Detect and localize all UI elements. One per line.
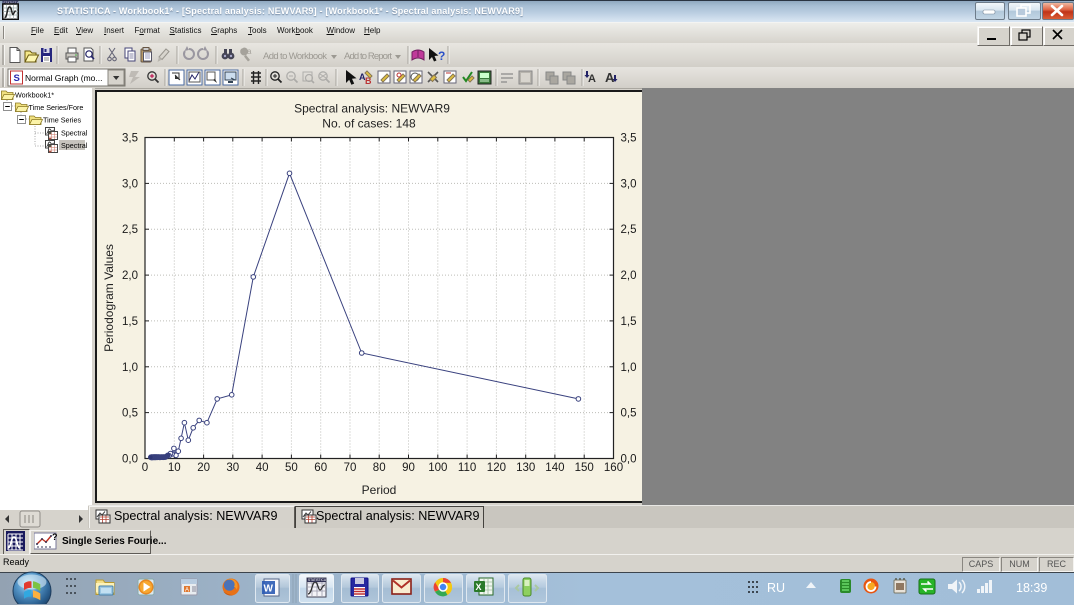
svg-text:A: A bbox=[185, 588, 189, 594]
svg-text:Normal Graph (mo...: Normal Graph (mo... bbox=[25, 73, 102, 83]
svg-text:130: 130 bbox=[516, 462, 535, 474]
svg-text:S: S bbox=[14, 73, 20, 84]
svg-text:1,0: 1,0 bbox=[122, 362, 138, 374]
svg-text:30: 30 bbox=[226, 462, 239, 474]
svg-text:Workbook1*: Workbook1* bbox=[15, 91, 54, 100]
svg-text:2,0: 2,0 bbox=[621, 270, 637, 282]
svg-text:Period: Period bbox=[362, 483, 397, 497]
svg-text:W: W bbox=[264, 584, 274, 595]
svg-text:?: ? bbox=[438, 49, 445, 63]
svg-text:1,5: 1,5 bbox=[122, 316, 138, 328]
svg-text:0,0: 0,0 bbox=[621, 454, 637, 466]
svg-text:90: 90 bbox=[402, 462, 415, 474]
svg-text:3,0: 3,0 bbox=[621, 178, 637, 190]
svg-text:Time Series: Time Series bbox=[43, 116, 81, 125]
svg-text:2,5: 2,5 bbox=[122, 224, 138, 236]
svg-text:2,0: 2,0 bbox=[122, 270, 138, 282]
svg-text:0,5: 0,5 bbox=[122, 408, 138, 420]
svg-text:10: 10 bbox=[168, 462, 181, 474]
svg-text:3,0: 3,0 bbox=[122, 178, 138, 190]
svg-text:150: 150 bbox=[575, 462, 594, 474]
svg-text:Spectral: Spectral bbox=[61, 129, 88, 138]
svg-text:X: X bbox=[476, 582, 482, 592]
svg-text:120: 120 bbox=[487, 462, 506, 474]
svg-text:60: 60 bbox=[314, 462, 327, 474]
svg-text:RU: RU bbox=[767, 581, 785, 595]
svg-text:A: A bbox=[588, 73, 596, 85]
svg-text:0: 0 bbox=[142, 462, 148, 474]
svg-text:a: a bbox=[247, 47, 252, 56]
svg-text:110: 110 bbox=[458, 462, 476, 474]
svg-text:Spectral: Spectral bbox=[61, 141, 88, 150]
svg-text:70: 70 bbox=[344, 462, 357, 474]
svg-text:1,5: 1,5 bbox=[621, 316, 637, 328]
svg-text:18:39: 18:39 bbox=[1016, 581, 1047, 595]
svg-text:Time Series/Fore: Time Series/Fore bbox=[29, 103, 84, 112]
svg-text:Periodogram Values: Periodogram Values bbox=[102, 244, 116, 352]
svg-text:2,5: 2,5 bbox=[621, 224, 637, 236]
svg-text:3,5: 3,5 bbox=[122, 133, 138, 145]
svg-text:0,5: 0,5 bbox=[621, 408, 637, 420]
svg-text:20: 20 bbox=[197, 462, 210, 474]
svg-text:A: A bbox=[605, 70, 615, 85]
svg-text:Add to Report: Add to Report bbox=[344, 51, 392, 62]
svg-text:No. of cases: 148: No. of cases: 148 bbox=[322, 117, 416, 131]
svg-text:100: 100 bbox=[428, 462, 447, 474]
svg-text:Add to Workbook: Add to Workbook bbox=[263, 51, 327, 62]
svg-text:Spectral analysis: NEWVAR9: Spectral analysis: NEWVAR9 bbox=[294, 102, 450, 116]
svg-text:140: 140 bbox=[545, 462, 564, 474]
svg-text:1,0: 1,0 bbox=[621, 362, 637, 374]
svg-text:50: 50 bbox=[285, 462, 298, 474]
svg-text:STATISTICA: STATISTICA bbox=[308, 578, 327, 582]
svg-text:40: 40 bbox=[256, 462, 269, 474]
svg-text:3,5: 3,5 bbox=[621, 133, 637, 145]
svg-text:?: ? bbox=[52, 532, 58, 542]
svg-text:80: 80 bbox=[373, 462, 386, 474]
svg-text:0,0: 0,0 bbox=[122, 454, 138, 466]
